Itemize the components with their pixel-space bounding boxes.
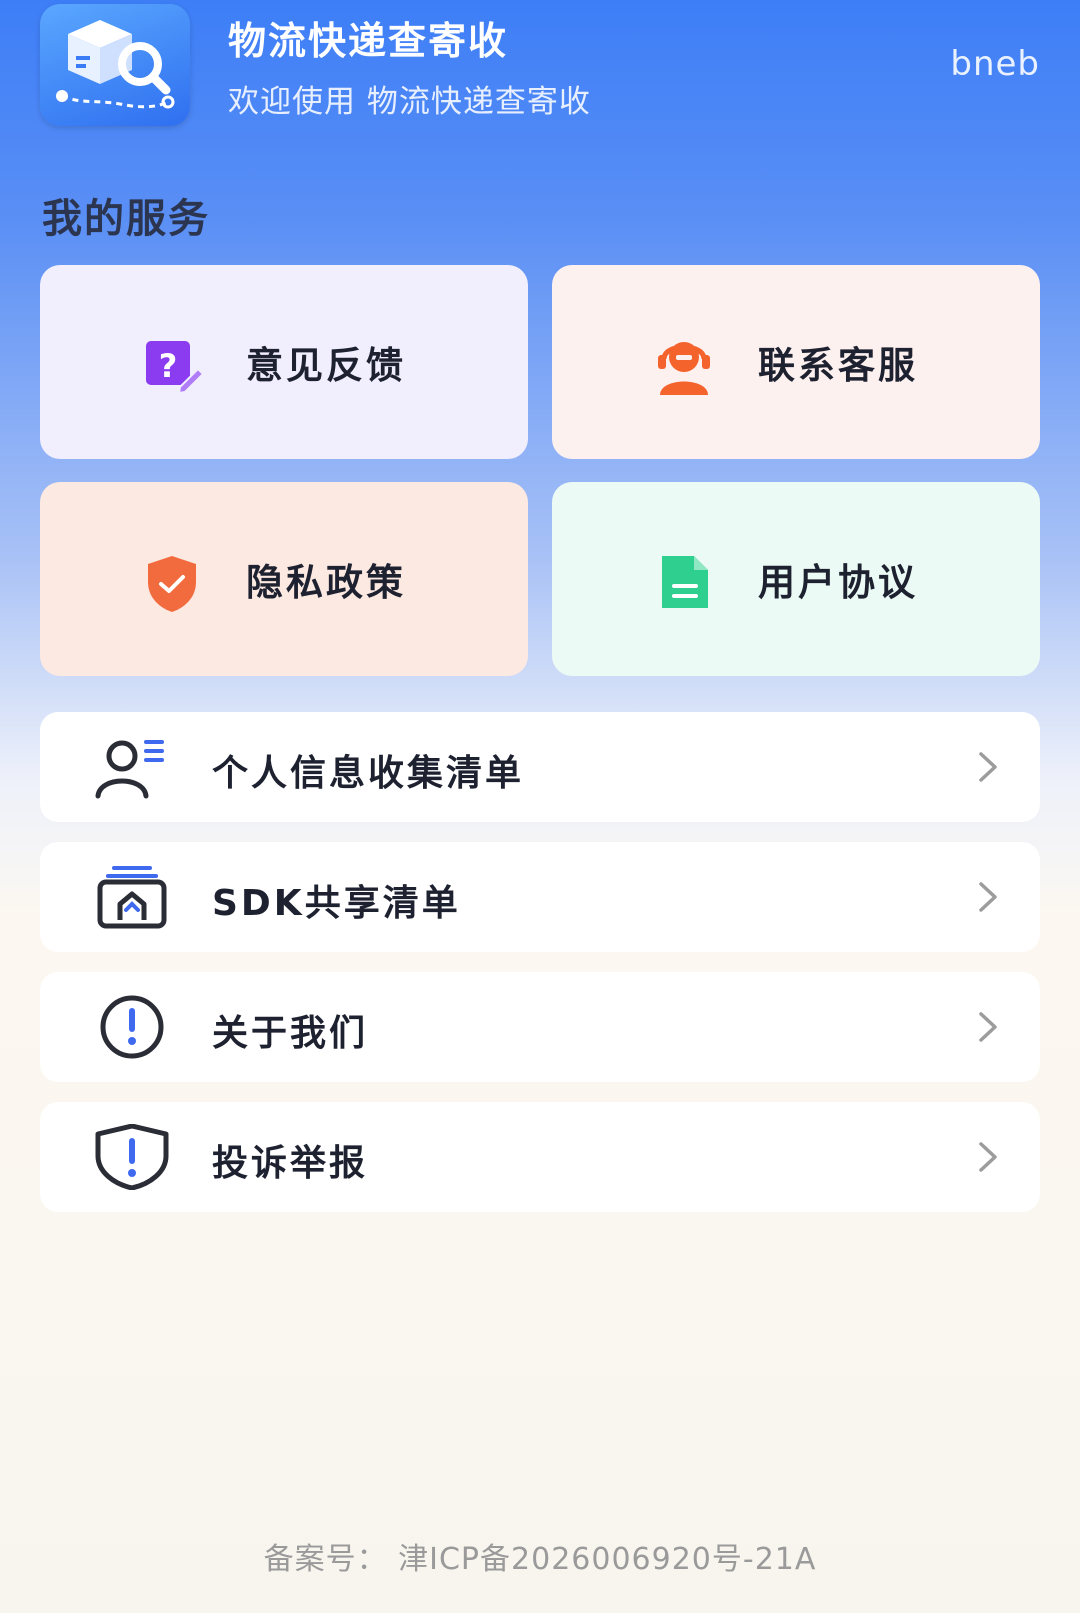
section-title: 我的服务 bbox=[42, 196, 210, 242]
chevron-right-icon bbox=[976, 1010, 1000, 1044]
feedback-card[interactable]: ? 意见反馈 bbox=[40, 265, 528, 459]
chevron-right-icon bbox=[976, 1140, 1000, 1174]
customer-service-icon bbox=[652, 333, 716, 397]
username[interactable]: bneb bbox=[950, 44, 1040, 84]
feedback-label: 意见反馈 bbox=[246, 344, 406, 387]
person-list-icon bbox=[92, 734, 172, 800]
welcome-subtitle: 欢迎使用 物流快递查寄收 bbox=[228, 84, 591, 120]
sdk-share-icon bbox=[92, 864, 172, 930]
sdk-share-list-row[interactable]: SDK共享清单 bbox=[40, 842, 1040, 952]
feedback-icon: ? bbox=[140, 333, 205, 397]
privacy-policy-card[interactable]: 隐私政策 bbox=[40, 482, 528, 676]
customer-service-card[interactable]: 联系客服 bbox=[552, 265, 1040, 459]
icp-record: 备案号： 津ICP备2026006920号-21A bbox=[263, 1542, 817, 1577]
about-us-label: 关于我们 bbox=[212, 1013, 369, 1054]
customer-service-label: 联系客服 bbox=[758, 344, 918, 387]
privacy-shield-icon bbox=[140, 550, 204, 614]
app-header: 物流快递查寄收 欢迎使用 物流快递查寄收 bneb bbox=[0, 0, 1080, 150]
user-agreement-card[interactable]: 用户协议 bbox=[552, 482, 1040, 676]
report-shield-icon bbox=[92, 1123, 172, 1191]
personal-info-list-row[interactable]: 个人信息收集清单 bbox=[40, 712, 1040, 822]
chevron-right-icon bbox=[976, 880, 1000, 914]
complaint-report-row[interactable]: 投诉举报 bbox=[40, 1102, 1040, 1212]
user-agreement-label: 用户协议 bbox=[758, 561, 918, 604]
about-us-row[interactable]: 关于我们 bbox=[40, 972, 1040, 1082]
info-circle-icon bbox=[92, 994, 172, 1060]
personal-info-list-label: 个人信息收集清单 bbox=[212, 753, 525, 794]
app-title: 物流快递查寄收 bbox=[228, 19, 509, 63]
app-logo-icon bbox=[40, 4, 190, 126]
complaint-report-label: 投诉举报 bbox=[212, 1143, 369, 1184]
sdk-share-list-label: SDK共享清单 bbox=[212, 883, 461, 924]
chevron-right-icon bbox=[976, 750, 1000, 784]
document-icon bbox=[652, 550, 716, 614]
privacy-policy-label: 隐私政策 bbox=[246, 561, 406, 604]
svg-text:?: ? bbox=[159, 347, 178, 385]
